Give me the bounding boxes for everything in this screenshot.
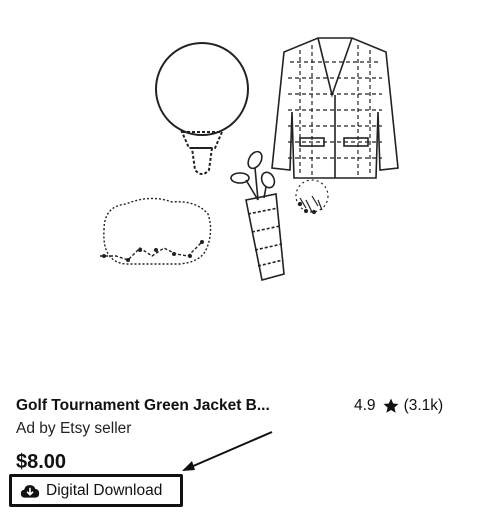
plant-illustration: [295, 179, 329, 215]
listing-title[interactable]: Golf Tournament Green Jacket B...: [16, 396, 316, 416]
cloud-download-icon: [20, 484, 40, 498]
golf-ball-illustration: [155, 42, 249, 175]
price: $8.00: [16, 451, 67, 473]
digital-download-badge[interactable]: Digital Download: [9, 474, 183, 507]
listing-card[interactable]: Golf Tournament Green Jacket B... 4.9 (3…: [0, 0, 499, 515]
listing-title-row[interactable]: Golf Tournament Green Jacket B... 4.9 (3…: [16, 396, 486, 418]
digital-download-label: Digital Download: [46, 481, 163, 499]
listing-image[interactable]: [0, 0, 499, 380]
jacket-illustration: [271, 37, 399, 179]
rating: 4.9 (3.1k): [354, 396, 443, 416]
star-icon: [383, 398, 399, 413]
bush-illustration: [100, 197, 212, 265]
review-count: (3.1k): [403, 397, 444, 414]
rating-score: 4.9: [354, 397, 376, 414]
ad-label: Ad by Etsy seller: [16, 420, 132, 437]
